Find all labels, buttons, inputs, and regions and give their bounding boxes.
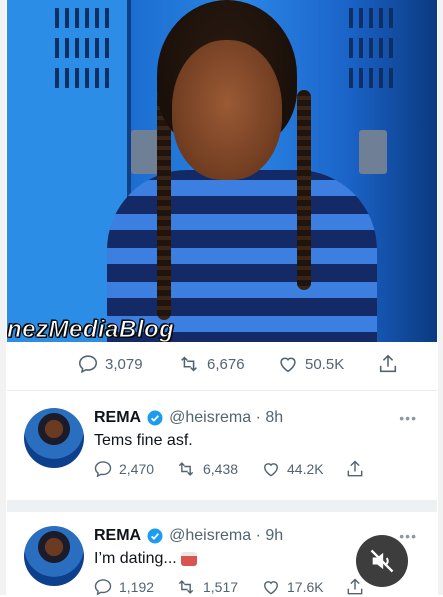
divider <box>7 390 437 391</box>
more-options-icon[interactable]: ••• <box>399 528 417 544</box>
reply-icon <box>94 579 112 596</box>
more-options-icon[interactable]: ••• <box>399 410 417 426</box>
locker-vents <box>55 38 110 58</box>
tweet-photo[interactable]: nezMediaBlog <box>7 0 437 342</box>
like-button[interactable]: 50.5K <box>277 353 377 375</box>
heart-icon <box>264 463 278 477</box>
reply-icon <box>94 461 112 478</box>
like-count: 17.6K <box>287 579 324 595</box>
reply-icon <box>78 355 98 374</box>
locker-vents <box>55 8 110 28</box>
avatar[interactable] <box>24 526 84 586</box>
reply-count: 2,470 <box>119 461 155 477</box>
tweet-text: I’m dating... <box>94 550 197 568</box>
avatar[interactable] <box>24 408 84 468</box>
person-face <box>172 40 282 180</box>
mute-button[interactable] <box>356 535 408 587</box>
reply-button[interactable]: 3,079 <box>77 353 177 375</box>
retweet-button[interactable]: 6,438 <box>175 459 261 479</box>
share-icon <box>347 578 363 595</box>
locker-vents <box>349 8 397 28</box>
retweet-icon <box>181 356 197 372</box>
verified-badge-icon <box>147 410 163 426</box>
share-button[interactable] <box>345 577 365 597</box>
locker-latch <box>359 130 387 174</box>
tweet-text-content: I’m dating... <box>94 550 177 567</box>
verified-badge-icon <box>147 528 163 544</box>
heart-icon <box>264 581 278 595</box>
like-button[interactable]: 17.6K <box>261 577 345 597</box>
retweet-count: 1,517 <box>203 579 239 595</box>
reply-button[interactable]: 1,192 <box>93 577 175 597</box>
locker-vents <box>349 38 397 58</box>
braid <box>297 90 311 290</box>
retweet-count: 6,676 <box>207 355 245 373</box>
display-name[interactable]: REMA <box>94 527 141 545</box>
display-name[interactable]: REMA <box>94 409 141 427</box>
tweet-actions: 1,192 1,517 17.6K <box>93 577 365 597</box>
handle-time: @heisrema · 8h <box>169 409 284 426</box>
locker-vents <box>349 68 397 88</box>
tweet-header: REMA @heisrema · 8h <box>94 409 283 427</box>
retweet-count: 6,438 <box>203 461 239 477</box>
like-count: 44.2K <box>287 461 324 477</box>
main-tweet-actions: 3,079 6,676 50.5K <box>77 353 399 375</box>
share-button[interactable] <box>377 353 399 375</box>
reply-count: 3,079 <box>105 355 143 373</box>
share-button[interactable] <box>345 459 365 479</box>
retweet-button[interactable]: 1,517 <box>175 577 261 597</box>
reply-button[interactable]: 2,470 <box>93 459 175 479</box>
retweet-button[interactable]: 6,676 <box>177 353 277 375</box>
like-count: 50.5K <box>305 355 345 373</box>
tweet-text: Tems fine asf. <box>94 432 193 449</box>
divider <box>7 500 437 512</box>
share-icon <box>347 460 363 477</box>
locker-vents <box>55 68 110 88</box>
left-frame <box>0 0 6 595</box>
drum-emoji-icon <box>180 551 197 566</box>
like-button[interactable]: 44.2K <box>261 459 345 479</box>
right-frame <box>438 0 443 595</box>
tweet-header: REMA @heisrema · 9h <box>94 527 283 545</box>
tweet-actions: 2,470 6,438 44.2K <box>93 459 365 479</box>
retweet-icon <box>178 580 194 594</box>
watermark-text: nezMediaBlog <box>7 316 175 343</box>
handle-time: @heisrema · 9h <box>169 527 284 544</box>
share-icon <box>379 354 397 373</box>
heart-icon <box>280 357 296 373</box>
locker-latch <box>131 130 159 174</box>
reply-count: 1,192 <box>119 579 155 595</box>
retweet-icon <box>178 462 194 476</box>
speaker-muted-icon <box>370 549 394 573</box>
